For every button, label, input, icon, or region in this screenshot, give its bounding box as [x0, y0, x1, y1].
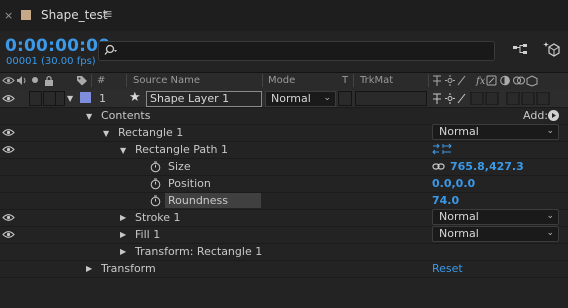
- eye-icon[interactable]: [2, 213, 15, 221]
- composition-tab-title[interactable]: Shape_test: [41, 8, 108, 22]
- close-tab-icon[interactable]: ×: [4, 9, 13, 22]
- add-menu-button[interactable]: [548, 110, 559, 121]
- transform-reset-link[interactable]: Reset: [432, 262, 463, 275]
- layer-label-color[interactable]: [80, 92, 91, 103]
- fill-blend-value: Normal: [439, 227, 479, 240]
- rectangle-path-label: Rectangle Path 1: [135, 143, 228, 156]
- stopwatch-icon[interactable]: [150, 178, 161, 190]
- layer-name-field[interactable]: Shape Layer 1: [146, 91, 262, 107]
- position-property-label: Position: [168, 177, 211, 190]
- row-divider: [0, 260, 568, 261]
- chevron-down-icon: ⌄: [323, 93, 331, 103]
- search-icon: [104, 44, 120, 56]
- rectangle-blend-value: Normal: [439, 125, 479, 138]
- layer-mode-dropdown[interactable]: Normal ⌄: [265, 91, 336, 107]
- chevron-down-icon: ⌄: [546, 228, 554, 238]
- constrain-proportions-link-icon[interactable]: [432, 162, 445, 171]
- stopwatch-icon[interactable]: [150, 195, 161, 207]
- layer-number: 1: [99, 92, 106, 105]
- stroke-blend-dropdown[interactable]: Normal ⌄: [432, 209, 559, 225]
- column-trkmat[interactable]: TrkMat: [360, 75, 393, 86]
- column-mode[interactable]: Mode: [268, 75, 295, 86]
- shy-cell[interactable]: [55, 91, 65, 106]
- column-t: T: [342, 75, 349, 86]
- eye-icon[interactable]: [2, 230, 15, 238]
- current-time-display[interactable]: 0:00:00:00: [5, 36, 110, 56]
- audio-switch-icon[interactable]: [16, 75, 28, 86]
- label-tag-icon[interactable]: [76, 75, 88, 86]
- composition-color-swatch: [21, 10, 31, 20]
- stopwatch-icon[interactable]: [150, 161, 161, 173]
- column-source-name[interactable]: Source Name: [133, 75, 200, 86]
- column-separator: [262, 74, 263, 87]
- stroke-group-label: Stroke 1: [135, 211, 181, 224]
- collapse-triangle-icon[interactable]: ▼: [86, 112, 92, 121]
- video-switch-eye-icon[interactable]: [2, 76, 15, 85]
- shape-layer-star-icon: ★: [129, 90, 141, 105]
- switches-icon-row: fx: [432, 74, 552, 87]
- effects-switch-label: fx: [475, 76, 486, 87]
- row-divider: [0, 175, 568, 176]
- fill-blend-dropdown[interactable]: Normal ⌄: [432, 226, 559, 242]
- transform-rectangle-label: Transform: Rectangle 1: [135, 245, 263, 258]
- row-divider: [0, 158, 568, 159]
- rectangle-blend-dropdown[interactable]: Normal ⌄: [432, 124, 559, 140]
- expand-triangle-icon[interactable]: ▶: [120, 230, 126, 239]
- collapse-triangle-icon[interactable]: ▼: [120, 146, 126, 155]
- composition-flowchart-icon[interactable]: [512, 43, 530, 57]
- collapse-triangle-icon[interactable]: ▼: [103, 129, 109, 138]
- layer-switches[interactable]: [432, 92, 552, 105]
- lock-switch-icon[interactable]: [44, 75, 54, 86]
- rectangle-group-label: Rectangle 1: [118, 126, 184, 139]
- column-separator: [353, 74, 354, 87]
- eye-icon[interactable]: [2, 145, 15, 153]
- expand-triangle-icon[interactable]: ▶: [120, 213, 126, 222]
- frame-rate-info: 00001 (30.00 fps): [6, 56, 96, 67]
- solo-switch-icon[interactable]: [32, 77, 38, 83]
- roundness-value[interactable]: 74.0: [432, 194, 459, 207]
- collapse-triangle-icon[interactable]: ▼: [67, 94, 73, 103]
- eye-icon[interactable]: [2, 94, 15, 102]
- add-menu-label[interactable]: Add:: [523, 109, 548, 122]
- solo-cell[interactable]: [29, 91, 42, 106]
- layer-name: Shape Layer 1: [150, 92, 230, 105]
- chevron-down-icon: ⌄: [546, 211, 554, 221]
- layer-mode-value: Normal: [271, 92, 311, 105]
- expand-triangle-icon[interactable]: ▶: [120, 247, 126, 256]
- eye-icon[interactable]: [2, 128, 15, 136]
- row-divider: [0, 192, 568, 193]
- size-property-label: Size: [168, 160, 191, 173]
- roundness-property-label[interactable]: Roundness: [168, 194, 228, 207]
- column-separator: [91, 74, 92, 87]
- transform-group-label: Transform: [101, 262, 156, 275]
- contents-group-label: Contents: [101, 109, 151, 122]
- trkmat-cell[interactable]: [355, 91, 427, 106]
- fill-group-label: Fill 1: [135, 228, 161, 241]
- path-direction-icon[interactable]: [432, 143, 452, 156]
- chevron-down-icon: ⌄: [546, 126, 554, 136]
- preserve-transparency-cell[interactable]: [338, 91, 352, 106]
- column-separator: [126, 74, 127, 87]
- row-divider: [0, 107, 568, 108]
- row-divider: [0, 141, 568, 142]
- stroke-blend-value: Normal: [439, 210, 479, 223]
- panel-menu-icon[interactable]: ≡: [102, 7, 113, 22]
- column-number: #: [97, 75, 106, 86]
- row-divider: [0, 243, 568, 244]
- size-value[interactable]: 765.8,427.3: [450, 160, 524, 173]
- expand-triangle-icon[interactable]: ▶: [86, 264, 92, 273]
- position-value[interactable]: 0.0,0.0: [432, 177, 475, 190]
- column-separator: [428, 74, 429, 87]
- row-divider: [0, 277, 568, 278]
- layer-search-input[interactable]: [98, 41, 495, 61]
- composition-mini-flowchart-icon[interactable]: [543, 41, 561, 59]
